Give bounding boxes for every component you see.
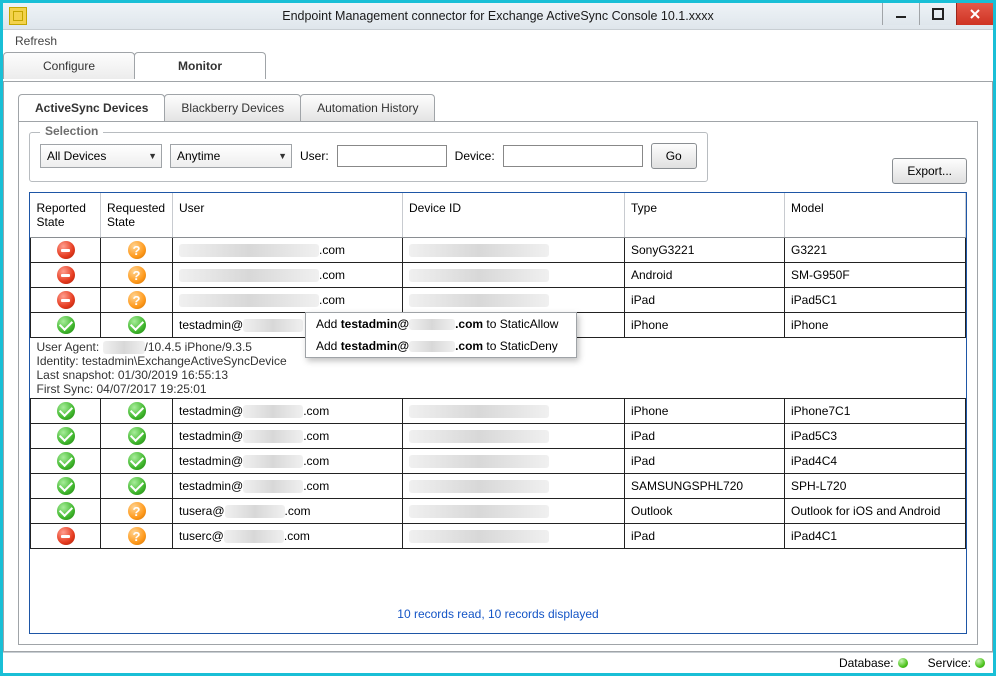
- redacted: [409, 505, 549, 518]
- redacted: [179, 269, 319, 282]
- redacted: [409, 269, 549, 282]
- table-row[interactable]: testadmin@.comiPadiPad4C4: [31, 449, 966, 474]
- redacted: [243, 430, 303, 443]
- close-button[interactable]: [956, 3, 993, 25]
- maximize-button[interactable]: [919, 3, 956, 25]
- col-device-id[interactable]: Device ID: [403, 193, 625, 238]
- redacted: [409, 530, 549, 543]
- ctx-add-static-allow[interactable]: Add testadmin@.com to StaticAllow: [306, 313, 576, 335]
- minimize-button[interactable]: [882, 3, 919, 25]
- grid-header-row: Reported State Requested State User Devi…: [31, 193, 966, 238]
- redacted: [409, 430, 549, 443]
- allow-icon: [128, 316, 146, 334]
- table-row[interactable]: testadmin@.comiPadiPad5C3: [31, 424, 966, 449]
- allow-icon: [128, 477, 146, 495]
- device-filter-combo[interactable]: All Devices▼: [40, 144, 162, 168]
- allow-icon: [57, 477, 75, 495]
- redacted: [103, 341, 145, 354]
- redacted: [243, 405, 303, 418]
- redacted: [179, 294, 319, 307]
- ctx-add-static-deny[interactable]: Add testadmin@.com to StaticDeny: [306, 335, 576, 357]
- allow-icon: [57, 502, 75, 520]
- device-label: Device:: [455, 149, 495, 163]
- unknown-icon: ?: [128, 291, 146, 309]
- redacted: [409, 244, 549, 257]
- allow-icon: [57, 427, 75, 445]
- status-service-indicator: [975, 658, 985, 668]
- redacted: [243, 455, 303, 468]
- export-button[interactable]: Export...: [892, 158, 967, 184]
- redacted: [225, 505, 285, 518]
- window-title: Endpoint Management connector for Exchan…: [3, 9, 993, 23]
- deny-icon: [57, 266, 75, 284]
- redacted: [179, 244, 319, 257]
- time-filter-combo[interactable]: Anytime▼: [170, 144, 292, 168]
- unknown-icon: ?: [128, 502, 146, 520]
- selection-legend: Selection: [40, 124, 103, 138]
- go-button[interactable]: Go: [651, 143, 697, 169]
- tab-activesync-devices[interactable]: ActiveSync Devices: [18, 94, 165, 121]
- deny-icon: [57, 527, 75, 545]
- redacted: [243, 319, 303, 332]
- allow-icon: [128, 427, 146, 445]
- redacted: [409, 319, 455, 330]
- deny-icon: [57, 241, 75, 259]
- context-menu: Add testadmin@.com to StaticAllow Add te…: [305, 312, 577, 358]
- redacted: [409, 480, 549, 493]
- unknown-icon: ?: [128, 241, 146, 259]
- table-row[interactable]: ?tuserc@.comiPadiPad4C1: [31, 524, 966, 549]
- activesync-pane: Selection All Devices▼ Anytime▼ User: De…: [18, 121, 978, 645]
- grid-footer: 10 records read, 10 records displayed: [30, 599, 966, 629]
- window-buttons: [882, 3, 993, 25]
- redacted: [224, 530, 284, 543]
- menu-refresh[interactable]: Refresh: [9, 32, 63, 50]
- redacted: [409, 455, 549, 468]
- col-user[interactable]: User: [173, 193, 403, 238]
- tab-monitor[interactable]: Monitor: [134, 52, 266, 79]
- user-input[interactable]: [337, 145, 447, 167]
- table-row[interactable]: testadmin@.comSAMSUNGSPHL720SPH-L720: [31, 474, 966, 499]
- col-model[interactable]: Model: [785, 193, 966, 238]
- allow-icon: [57, 316, 75, 334]
- titlebar: Endpoint Management connector for Exchan…: [3, 3, 993, 30]
- chevron-down-icon: ▼: [278, 151, 287, 161]
- monitor-pane: ActiveSync Devices Blackberry Devices Au…: [3, 81, 993, 652]
- status-database-indicator: [898, 658, 908, 668]
- user-label: User:: [300, 149, 329, 163]
- main-tabstrip: Configure Monitor: [3, 52, 993, 81]
- table-row[interactable]: ?tusera@.comOutlookOutlook for iOS and A…: [31, 499, 966, 524]
- tab-configure[interactable]: Configure: [3, 52, 135, 79]
- redacted: [409, 405, 549, 418]
- unknown-icon: ?: [128, 266, 146, 284]
- device-grid: Reported State Requested State User Devi…: [29, 192, 967, 634]
- sub-tabstrip: ActiveSync Devices Blackberry Devices Au…: [18, 94, 978, 121]
- deny-icon: [57, 291, 75, 309]
- app-icon: [9, 7, 27, 25]
- allow-icon: [57, 452, 75, 470]
- allow-icon: [128, 452, 146, 470]
- unknown-icon: ?: [128, 527, 146, 545]
- table-row[interactable]: ?.comSonyG3221G3221: [31, 238, 966, 263]
- status-database-label: Database:: [839, 656, 894, 670]
- col-requested-state[interactable]: Requested State: [101, 193, 173, 238]
- tab-blackberry-devices[interactable]: Blackberry Devices: [164, 94, 301, 121]
- app-window: Endpoint Management connector for Exchan…: [0, 0, 996, 676]
- selection-group: Selection All Devices▼ Anytime▼ User: De…: [29, 132, 708, 182]
- allow-icon: [128, 402, 146, 420]
- col-type[interactable]: Type: [625, 193, 785, 238]
- redacted: [409, 294, 549, 307]
- status-service-label: Service:: [928, 656, 971, 670]
- table-row[interactable]: testadmin@.comiPhoneiPhone7C1: [31, 399, 966, 424]
- allow-icon: [57, 402, 75, 420]
- menubar: Refresh: [3, 30, 993, 52]
- tab-automation-history[interactable]: Automation History: [300, 94, 435, 121]
- device-input[interactable]: [503, 145, 643, 167]
- table-row[interactable]: ?.comAndroidSM-G950F: [31, 263, 966, 288]
- statusbar: Database: Service:: [3, 652, 993, 673]
- chevron-down-icon: ▼: [148, 151, 157, 161]
- redacted: [409, 341, 455, 352]
- redacted: [243, 480, 303, 493]
- table-row[interactable]: ?.comiPadiPad5C1: [31, 288, 966, 313]
- col-reported-state[interactable]: Reported State: [31, 193, 101, 238]
